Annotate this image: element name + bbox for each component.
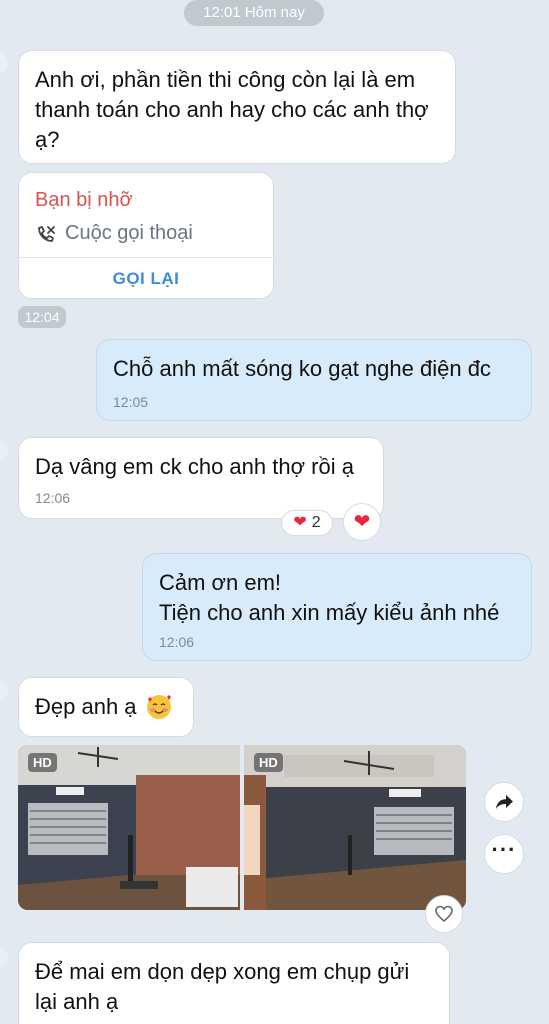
more-icon: ··· (491, 837, 517, 862)
message-text: Dạ vâng em ck cho anh thợ rồi ạ (35, 454, 354, 479)
message-text: Chỗ anh mất sóng ko gạt nghe điện đc (113, 356, 491, 381)
date-chip: 12:01 Hôm nay (184, 0, 324, 26)
hd-badge: HD (254, 753, 283, 772)
avatar-stub (0, 680, 8, 702)
react-button[interactable]: ❤ (343, 503, 381, 541)
avatar-stub (0, 52, 8, 74)
missed-call-card: Bạn bị nhỡ Cuộc gọi thoại GỌI LẠI (18, 172, 274, 299)
heart-outline-icon (434, 904, 454, 924)
message-bubble-outgoing[interactable]: Chỗ anh mất sóng ko gạt nghe điện đc 12:… (96, 339, 532, 421)
message-text: Để mai em dọn dẹp xong em chụp gửi lại a… (35, 959, 410, 1014)
message-bubble-incoming[interactable]: Đẹp anh ạ (18, 677, 194, 737)
missed-call-title: Bạn bị nhỡ (35, 189, 133, 211)
photo-2[interactable]: HD (244, 745, 466, 910)
more-options-button[interactable]: ··· (484, 834, 524, 874)
heart-icon: ❤ (353, 511, 371, 533)
hd-badge: HD (28, 753, 57, 772)
reaction-summary[interactable]: ❤ 2 (281, 510, 333, 536)
message-text: Anh ơi, phần tiền thi công còn lại là em… (35, 67, 429, 152)
avatar-stub (0, 440, 8, 462)
missed-call-time: 12:04 (18, 306, 66, 328)
message-text: Đẹp anh ạ (35, 694, 137, 719)
photo-1[interactable]: HD (18, 745, 240, 910)
message-bubble-incoming[interactable]: Anh ơi, phần tiền thi công còn lại là em… (18, 50, 456, 164)
divider (19, 257, 273, 258)
avatar-stub (0, 946, 8, 968)
smiling-face-with-hearts-icon (145, 693, 173, 721)
reaction-count: 2 (311, 514, 321, 531)
message-text-line: Cảm ơn em! (159, 570, 282, 595)
message-bubble-incoming[interactable]: Để mai em dọn dẹp xong em chụp gửi lại a… (18, 942, 450, 1024)
message-text-line: Tiện cho anh xin mấy kiểu ảnh nhé (159, 600, 500, 625)
share-button[interactable] (484, 782, 524, 822)
message-time: 12:06 (159, 634, 195, 650)
message-bubble-incoming[interactable]: Dạ vâng em ck cho anh thợ rồi ạ 12:06 (18, 437, 384, 519)
message-time: 12:05 (113, 394, 149, 410)
missed-call-icon (35, 223, 57, 245)
photo-react-button[interactable] (425, 895, 463, 933)
missed-call-subtitle: Cuộc gọi thoại (65, 222, 193, 244)
share-icon (494, 792, 514, 812)
call-back-button[interactable]: GỌI LẠI (19, 269, 273, 289)
message-time: 12:06 (35, 490, 71, 506)
message-bubble-outgoing[interactable]: Cảm ơn em! Tiện cho anh xin mấy kiểu ảnh… (142, 553, 532, 661)
heart-icon: ❤ (293, 514, 307, 531)
